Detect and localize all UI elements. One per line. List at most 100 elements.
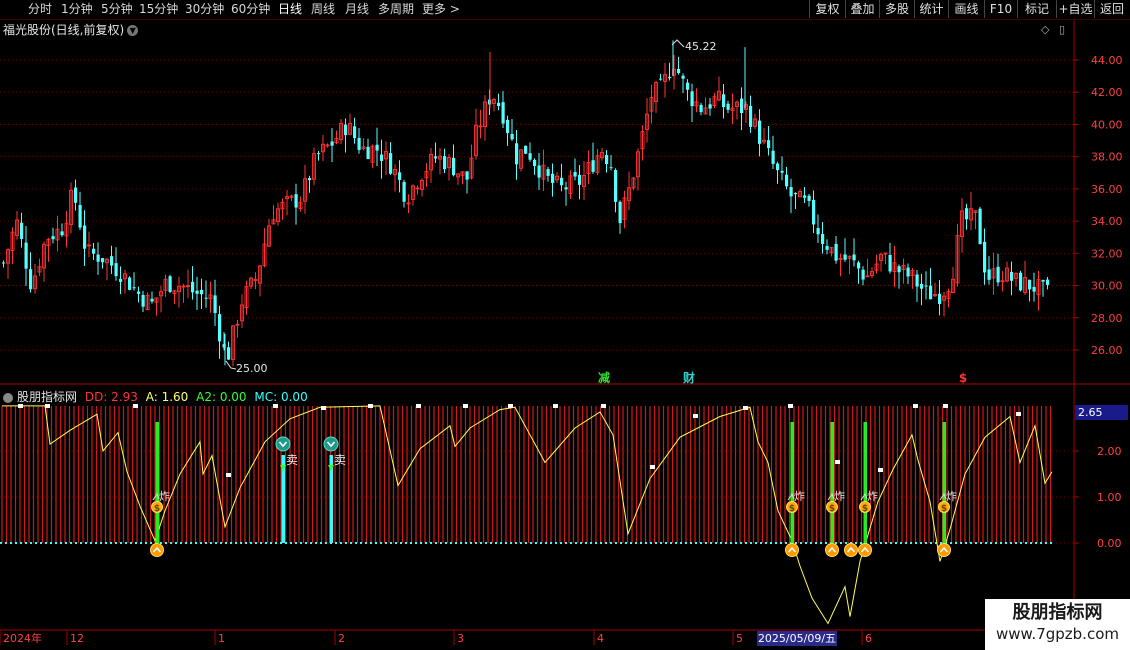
candle-body [785, 174, 789, 187]
candle-body [1028, 279, 1032, 290]
candle-body [141, 294, 145, 307]
candle-body [825, 245, 829, 250]
candle-body [749, 105, 753, 127]
white-dot-marker [416, 404, 421, 408]
candle-body [897, 266, 901, 273]
indicator-tick-label: 0.00 [1097, 537, 1122, 550]
buy-arrow-icon [844, 543, 858, 557]
candle-body [938, 293, 942, 304]
candle-body [515, 143, 519, 165]
buy-arrow-icon [785, 543, 799, 557]
candle-body [681, 75, 685, 79]
candle-body [560, 177, 564, 186]
price-tick-label: 40.00 [1091, 118, 1123, 131]
candle-body [110, 256, 114, 266]
candle-body [1041, 279, 1045, 282]
bomb-label: 炸 [834, 490, 845, 503]
buy-arrow-circle [825, 543, 839, 557]
candle-body [434, 156, 438, 159]
candle-body [771, 150, 775, 164]
candle-body [443, 156, 447, 170]
candle-body [857, 262, 861, 269]
candle-body [353, 126, 357, 139]
price-tick-label: 28.00 [1091, 312, 1123, 325]
candle-body [227, 347, 231, 360]
candle-body [294, 194, 298, 208]
white-dot-marker [878, 468, 883, 472]
candle-body [605, 155, 609, 165]
high-pointer [671, 39, 685, 48]
white-dot-marker [835, 460, 840, 464]
candle-body [200, 289, 204, 295]
a2-green-bar [863, 422, 867, 543]
white-dot-marker [788, 404, 793, 408]
watermark-url: www.7gpzb.com [996, 625, 1119, 643]
candle-body [551, 173, 555, 183]
event-marker: 减 [598, 370, 610, 385]
candle-body [114, 263, 118, 277]
candle-body [83, 225, 87, 249]
time-axis-label: 2 [338, 632, 345, 645]
candle-body [60, 231, 64, 236]
candle-body [690, 91, 694, 107]
candle-body [74, 187, 78, 203]
candle-body [668, 76, 672, 79]
candle-body [78, 204, 82, 228]
candle-body [389, 153, 393, 174]
price-tick-label: 30.00 [1091, 280, 1123, 293]
time-axis-label: 3 [457, 632, 464, 645]
candle-body [780, 170, 784, 173]
candle-body [609, 167, 613, 169]
buy-arrow-circle [844, 543, 858, 557]
event-marker: 财 [682, 370, 695, 385]
time-axis-label: 12 [70, 632, 84, 645]
white-dot-marker [693, 414, 698, 418]
candle-body [533, 159, 537, 167]
low-pointer [225, 360, 237, 370]
white-dot-marker [273, 404, 278, 408]
candle-body [740, 98, 744, 114]
bomb-label: 炸 [867, 490, 878, 503]
candle-body [218, 314, 222, 342]
candle-body [929, 285, 933, 300]
a2-green-bar [155, 422, 159, 543]
candle-body [573, 171, 577, 177]
candle-body [843, 254, 847, 260]
white-dot-marker [601, 404, 606, 408]
candle-body [204, 297, 208, 299]
candle-body [168, 276, 172, 292]
a2-green-bar [790, 422, 794, 543]
price-tick-label: 32.00 [1091, 247, 1123, 260]
sell-arrow-circle [275, 436, 291, 452]
candle-body [699, 104, 703, 113]
candle-body [501, 102, 505, 124]
axis-layer: 44.0042.0040.0038.0036.0034.0032.0030.00… [0, 20, 1130, 645]
coin-symbol: $ [862, 504, 868, 514]
bomb-label: 炸 [794, 490, 805, 503]
candle-body [758, 120, 762, 144]
chart-canvas[interactable]: 45.2225.00减财 $ 44.0042.0040.0038.0036.003… [0, 0, 1130, 650]
white-dot-marker [133, 404, 138, 408]
candle-body [375, 144, 379, 151]
candle-body [924, 285, 928, 287]
watermark: 股朋指标网 www.7gpzb.com [985, 599, 1130, 650]
candle-body [834, 243, 838, 261]
buy-arrow-icon [825, 543, 839, 557]
buy-arrow-circle [937, 543, 951, 557]
event-marker: $ [959, 371, 967, 385]
selected-date[interactable]: 2025/05/09/五 [757, 631, 837, 646]
bomb-label: 炸 [159, 490, 170, 503]
white-dot-marker [463, 404, 468, 408]
candle-body [812, 199, 816, 225]
buy-arrow-circle [858, 543, 872, 557]
candle-body [708, 104, 712, 109]
candle-body [191, 281, 195, 293]
candle-body [128, 277, 132, 290]
candle-body [915, 274, 919, 287]
candle-body [1019, 272, 1023, 291]
buy-arrow-icon [937, 543, 951, 557]
candle-body [852, 254, 856, 261]
candle-body [987, 269, 991, 280]
candle-body [528, 153, 532, 160]
candle-body [1032, 286, 1036, 292]
